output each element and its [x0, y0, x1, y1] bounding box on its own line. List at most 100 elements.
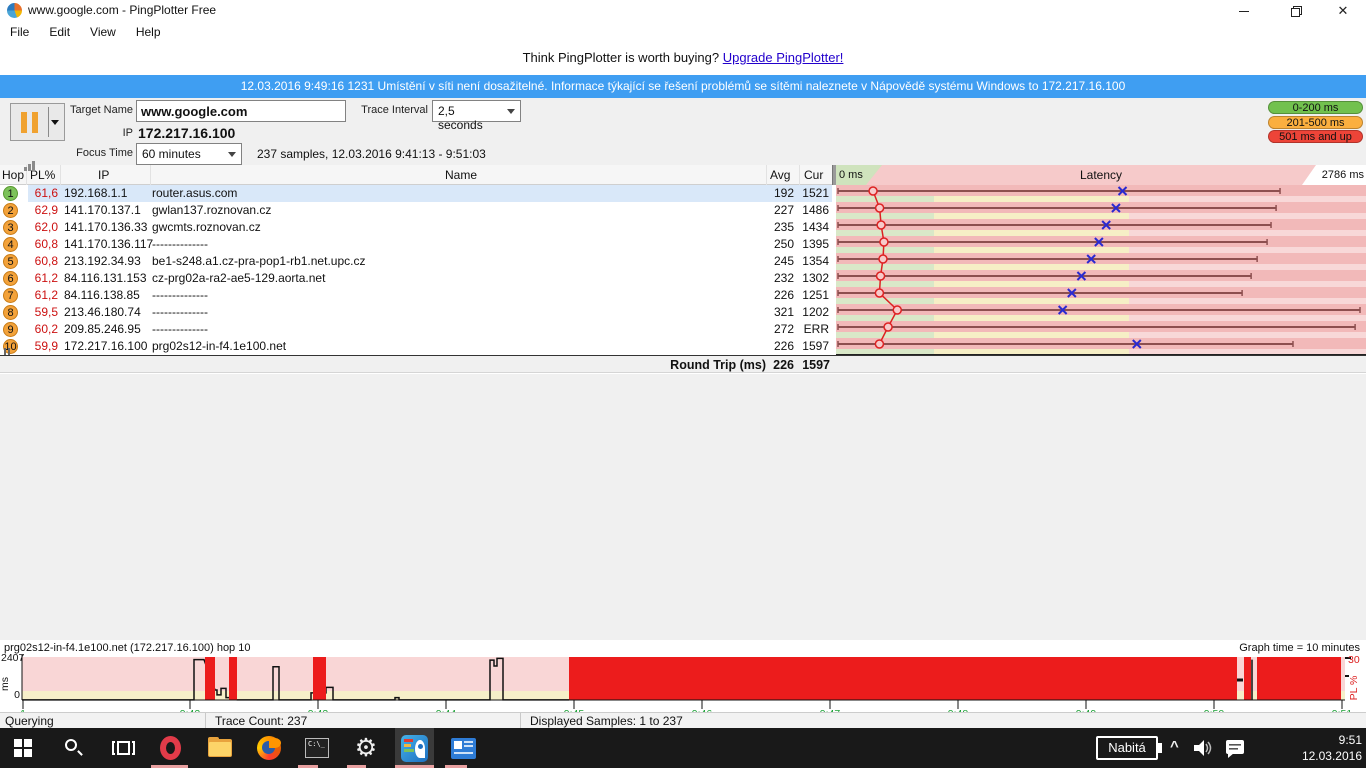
search-icon[interactable]: [53, 728, 93, 768]
legend-501-ms-and-up: 501 ms and up: [1268, 130, 1363, 143]
pl-value: 60,8: [20, 254, 58, 268]
title-bar: www.google.com - PingPlotter Free ✕: [0, 0, 1366, 22]
target-name-input[interactable]: [136, 100, 346, 122]
latency-graph: [836, 185, 1366, 355]
pause-dropdown-caret[interactable]: [51, 120, 59, 125]
cur-value: ERR: [769, 322, 829, 336]
hop-badge: 9: [3, 322, 18, 337]
col-ip[interactable]: IP: [98, 168, 109, 182]
table-row-hop-5[interactable]: 560,8213.192.34.93be1-s248.a1.cz-pra-pop…: [0, 253, 836, 270]
pingplotter-logo-icon: [7, 3, 22, 18]
settings-gear-icon[interactable]: ⚙: [346, 728, 386, 768]
hop-badge: 7: [3, 288, 18, 303]
alert-bar: 12.03.2016 9:49:16 1231 Umístění v síti …: [0, 75, 1366, 98]
hop-badge: 3: [3, 220, 18, 235]
table-row-hop-2[interactable]: 262,9141.170.137.1gwlan137.roznovan.cz22…: [0, 202, 836, 219]
ip-value: 213.192.34.93: [64, 254, 141, 268]
pl-value: 61,6: [20, 186, 58, 200]
taskbar-clock[interactable]: 9:51 12.03.2016: [1288, 732, 1362, 764]
menu-item-view[interactable]: View: [80, 22, 126, 39]
table-row-hop-3[interactable]: 362,0141.170.136.33gwcmts.roznovan.cz235…: [0, 219, 836, 236]
trace-interval-select[interactable]: 2,5 seconds: [432, 100, 521, 122]
menu-item-file[interactable]: File: [0, 22, 39, 39]
cur-value: 1354: [769, 254, 829, 268]
close-button[interactable]: ✕: [1326, 0, 1360, 22]
pl-value: 59,9: [20, 339, 58, 353]
host-name: gwlan137.roznovan.cz: [152, 203, 271, 217]
cur-value: 1202: [769, 305, 829, 319]
status-state: Querying: [5, 714, 54, 728]
hop-badge: 1: [3, 186, 18, 201]
focus-time-select[interactable]: 60 minutes: [136, 143, 242, 165]
ip-value: 213.46.180.74: [64, 305, 141, 319]
status-trace-count: Trace Count: 237: [215, 714, 307, 728]
svg-text:2407: 2407: [1, 652, 25, 664]
col-cur[interactable]: Cur: [804, 168, 823, 182]
hop-badge: 8: [3, 305, 18, 320]
ip-value: 141.170.136.33: [64, 220, 147, 234]
menu-item-edit[interactable]: Edit: [39, 22, 80, 39]
col-name[interactable]: Name: [445, 168, 477, 182]
document-app-icon[interactable]: [443, 728, 483, 768]
legend-0-200-ms: 0-200 ms: [1268, 101, 1363, 114]
start-button[interactable]: [3, 728, 43, 768]
cur-value: 1251: [769, 288, 829, 302]
host-name: --------------: [152, 288, 208, 302]
file-explorer-icon[interactable]: [200, 728, 240, 768]
table-row-hop-8[interactable]: 859,5213.46.180.74--------------3211202: [0, 304, 836, 321]
clock-date: 12.03.2016: [1288, 748, 1362, 764]
clock-time: 9:51: [1288, 732, 1362, 748]
col-avg[interactable]: Avg: [770, 168, 790, 182]
host-name: cz-prg02a-ra2-ae5-129.aorta.net: [152, 271, 325, 285]
notifications-icon[interactable]: [1224, 738, 1248, 760]
table-row-hop-10[interactable]: 1059,9172.217.16.100prg02s12-in-f4.1e100…: [0, 338, 836, 355]
cur-value: 1486: [769, 203, 829, 217]
timeline-chart[interactable]: 19:429:439:449:459:469:479:489:499:509:5…: [0, 640, 1366, 712]
upgrade-link[interactable]: Upgrade PingPlotter!: [723, 50, 844, 65]
ip-value: 172.217.16.100: [138, 125, 235, 141]
hop-badge: 6: [3, 271, 18, 286]
restore-button[interactable]: [1278, 0, 1312, 22]
latency-graph-header: Latency 0 ms 2786 ms: [836, 165, 1366, 185]
minimize-button[interactable]: [1227, 0, 1261, 22]
host-name: prg02s12-in-f4.1e100.net: [152, 339, 286, 353]
status-displayed-samples: Displayed Samples: 1 to 237: [530, 714, 683, 728]
table-header: Hop PL% IP Name Avg Cur: [0, 165, 836, 185]
speaker-icon[interactable]: [1192, 738, 1214, 758]
status-bar: Querying Trace Count: 237 Displayed Samp…: [0, 712, 1366, 728]
ip-value: 141.170.136.117: [64, 237, 153, 251]
chevron-down-icon: [228, 152, 236, 157]
pl-value: 61,2: [20, 271, 58, 285]
battery-indicator[interactable]: Nabitá: [1096, 736, 1158, 760]
table-row-hop-4[interactable]: 460,8141.170.136.117--------------250139…: [0, 236, 836, 253]
ip-value: 192.168.1.1: [64, 186, 127, 200]
round-trip-row: Round Trip (ms) 226 1597: [0, 355, 1366, 373]
pingplotter-icon[interactable]: [394, 728, 434, 768]
focus-time-label: Focus Time: [40, 147, 133, 159]
chevron-down-icon: [507, 109, 515, 114]
table-row-hop-7[interactable]: 761,284.116.138.85--------------2261251: [0, 287, 836, 304]
pl-value: 62,9: [20, 203, 58, 217]
table-row-hop-9[interactable]: 960,2209.85.246.95--------------272ERR: [0, 321, 836, 338]
axis-min-label: 0 ms: [839, 169, 863, 181]
trace-interval-label: Trace Interval: [330, 104, 428, 116]
firefox-icon[interactable]: [249, 728, 289, 768]
ip-label: IP: [40, 127, 133, 139]
hop-badge: 2: [3, 203, 18, 218]
focus-timeline: prg02s12-in-f4.1e100.net (172.217.16.100…: [0, 640, 1366, 712]
axis-max-label: 2786 ms: [1322, 169, 1364, 181]
task-view-icon[interactable]: [103, 728, 143, 768]
host-name: be1-s248.a1.cz-pra-pop1-rb1.net.upc.cz: [152, 254, 365, 268]
ip-value: 141.170.137.1: [64, 203, 141, 217]
col-hop[interactable]: Hop: [2, 168, 24, 182]
host-name: router.asus.com: [152, 186, 237, 200]
command-prompt-icon[interactable]: C:\_: [297, 728, 337, 768]
opera-icon[interactable]: [151, 728, 191, 768]
ip-value: 84.116.138.85: [64, 288, 140, 302]
hidden-icons-chevron[interactable]: ^: [1170, 738, 1179, 755]
svg-text:PL %: PL %: [1348, 676, 1360, 701]
table-row-hop-6[interactable]: 661,284.116.131.153cz-prg02a-ra2-ae5-129…: [0, 270, 836, 287]
table-row-hop-1[interactable]: 161,6192.168.1.1router.asus.com1921521: [0, 185, 836, 202]
svg-text:30: 30: [1348, 654, 1360, 666]
menu-item-help[interactable]: Help: [126, 22, 171, 39]
